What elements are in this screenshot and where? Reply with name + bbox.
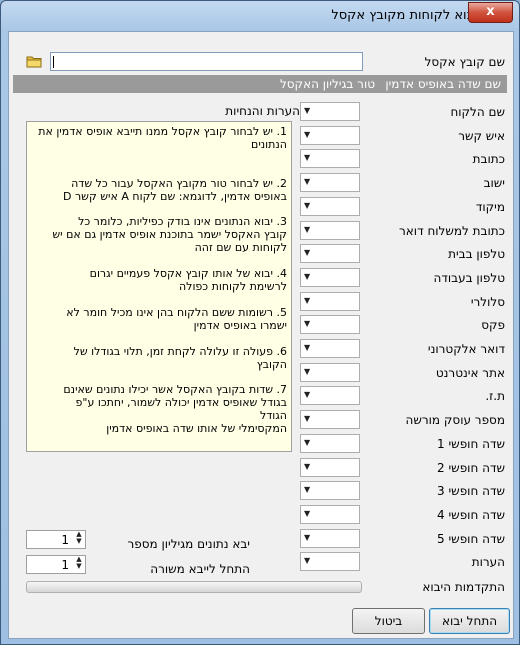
- chevron-down-icon[interactable]: ▼: [304, 319, 310, 328]
- excel-column-select[interactable]: ▼: [300, 196, 360, 216]
- field-label: איש קשר: [458, 128, 505, 143]
- excel-column-select[interactable]: ▼: [300, 504, 360, 524]
- excel-column-header: טור בגיליון האקסל: [279, 77, 375, 91]
- field-label: שדה חופשי 5: [437, 531, 505, 546]
- note-item: 3. יבוא הנתונים אינו בודק כפיליות, כלומר…: [52, 215, 287, 254]
- chevron-down-icon[interactable]: ▼: [304, 390, 310, 399]
- notes-title: הערות והנחיות: [225, 104, 300, 118]
- excel-column-select[interactable]: ▼: [300, 102, 360, 121]
- field-label: ישוב: [483, 176, 505, 191]
- dialog-body: שם קובץ אקסל שם שדה באופיס אדמין טור בגי…: [8, 31, 514, 639]
- sheet-number-value: 1: [61, 533, 69, 547]
- field-label: אתר אינטרנט: [435, 365, 505, 380]
- note-item: 5. רשומות ששם הלקוח בהן אינו מכיל חומר ל…: [66, 306, 287, 332]
- field-label: סלולרי: [470, 294, 505, 309]
- excel-column-select[interactable]: ▼: [300, 173, 360, 193]
- note-item: 1. יש לבחור קובץ אקסל ממנו תייבא אופיס א…: [38, 125, 287, 151]
- excel-column-select[interactable]: ▼: [300, 220, 360, 240]
- chevron-down-icon[interactable]: ▼: [304, 177, 310, 186]
- excel-column-select[interactable]: ▼: [300, 433, 360, 453]
- file-label: שם קובץ אקסל: [424, 55, 505, 69]
- field-label: ת.ז.: [485, 389, 505, 404]
- excel-column-select[interactable]: ▼: [300, 267, 360, 287]
- chevron-down-icon[interactable]: ▼: [304, 272, 310, 281]
- chevron-down-icon[interactable]: ▼: [304, 130, 310, 139]
- excel-column-select[interactable]: ▼: [300, 244, 360, 264]
- spin-arrows-icon[interactable]: ▲ ▼: [74, 531, 84, 548]
- field-label: טלפון בעבודה: [433, 270, 506, 285]
- chevron-down-icon[interactable]: ▼: [304, 462, 310, 471]
- import-progress-bar: [26, 581, 362, 593]
- excel-column-select[interactable]: ▼: [300, 481, 360, 501]
- note-item: 4. יבוא של אותו קובץ אקסל פעמיים יגרום ל…: [89, 267, 287, 293]
- import-dialog: יבוא לקוחות מקובץ אקסל x שם קובץ אקסל שם…: [0, 0, 520, 645]
- excel-column-select[interactable]: ▼: [300, 339, 360, 358]
- excel-column-select[interactable]: ▼: [300, 315, 360, 335]
- spin-arrows-icon[interactable]: ▲ ▼: [74, 556, 84, 573]
- chevron-down-icon[interactable]: ▼: [304, 201, 310, 210]
- field-label: דואר אלקטרוני: [427, 342, 505, 356]
- title-bar: יבוא לקוחות מקובץ אקסל x: [1, 1, 519, 31]
- cancel-button[interactable]: ביטול: [352, 608, 425, 634]
- field-label: טלפון בבית: [448, 247, 505, 262]
- notes-panel: 1. יש לבחור קובץ אקסל ממנו תייבא אופיס א…: [26, 121, 292, 452]
- chevron-down-icon[interactable]: ▼: [304, 248, 310, 257]
- excel-column-select[interactable]: ▼: [300, 457, 360, 477]
- chevron-down-icon[interactable]: ▼: [304, 533, 310, 542]
- note-item: 2. יש לבחור טור מקובץ האקסל עבור כל שדה …: [62, 177, 287, 203]
- field-label: מיקוד: [475, 199, 505, 214]
- text-cursor: [53, 56, 54, 68]
- excel-column-select[interactable]: ▼: [300, 528, 360, 548]
- chevron-down-icon[interactable]: ▼: [304, 509, 310, 518]
- progress-label: התקדמות היבוא: [422, 580, 505, 594]
- excel-column-select[interactable]: ▼: [300, 386, 360, 406]
- field-label: שדה חופשי 4: [437, 507, 505, 522]
- chevron-down-icon[interactable]: ▼: [304, 153, 310, 162]
- field-column-header: שם שדה באופיס אדמין: [385, 77, 501, 91]
- excel-column-select[interactable]: ▼: [300, 125, 360, 145]
- file-path-input[interactable]: [50, 52, 363, 71]
- chevron-down-icon[interactable]: ▼: [304, 414, 310, 423]
- field-label: מספר עוסק מורשה: [405, 413, 505, 428]
- sheet-number-label: יבא נתונים מגיליון מספר: [127, 537, 250, 551]
- start-row-value: 1: [61, 558, 69, 572]
- field-label: שדה חופשי 2: [437, 460, 505, 475]
- note-item: 6. פעולה זו עלולה לקחת זמן, תלוי בגודלו …: [73, 345, 287, 371]
- field-label: פקס: [481, 318, 505, 333]
- start-row-spinner[interactable]: 1 ▲ ▼: [26, 555, 86, 574]
- window-title: יבוא לקוחות מקובץ אקסל: [331, 8, 477, 23]
- excel-column-select[interactable]: ▼: [300, 291, 360, 311]
- chevron-down-icon[interactable]: ▼: [304, 367, 310, 376]
- field-label: הערות: [471, 555, 505, 570]
- chevron-down-icon[interactable]: ▼: [304, 296, 310, 305]
- chevron-down-icon[interactable]: ▼: [304, 225, 310, 234]
- chevron-down-icon[interactable]: ▼: [304, 343, 310, 352]
- field-label: שם הלקוח: [450, 105, 505, 119]
- excel-column-select[interactable]: ▼: [300, 410, 360, 430]
- field-label: כתובת למשלוח דואר: [399, 223, 505, 238]
- close-button[interactable]: x: [468, 2, 513, 23]
- folder-icon[interactable]: [26, 55, 42, 68]
- excel-column-select[interactable]: ▼: [300, 552, 360, 572]
- excel-column-select[interactable]: ▼: [300, 149, 360, 169]
- field-label: שדה חופשי 1: [437, 436, 505, 451]
- note-item: 7. שדות בקובץ האקסל אשר יכילו נתונים שאי…: [63, 383, 287, 435]
- mapping-header: שם שדה באופיס אדמין טור בגיליון האקסל: [13, 75, 507, 93]
- field-label: כתובת: [472, 152, 505, 167]
- excel-column-select[interactable]: ▼: [300, 362, 360, 382]
- field-label: שדה חופשי 3: [437, 484, 505, 499]
- chevron-down-icon[interactable]: ▼: [304, 556, 310, 565]
- chevron-down-icon[interactable]: ▼: [304, 485, 310, 494]
- start-row-label: התחל לייבא משורה: [150, 562, 250, 576]
- chevron-down-icon[interactable]: ▼: [304, 438, 310, 447]
- chevron-down-icon[interactable]: ▼: [304, 106, 310, 115]
- sheet-number-spinner[interactable]: 1 ▲ ▼: [26, 530, 86, 549]
- start-import-button[interactable]: התחל יבוא: [429, 608, 510, 634]
